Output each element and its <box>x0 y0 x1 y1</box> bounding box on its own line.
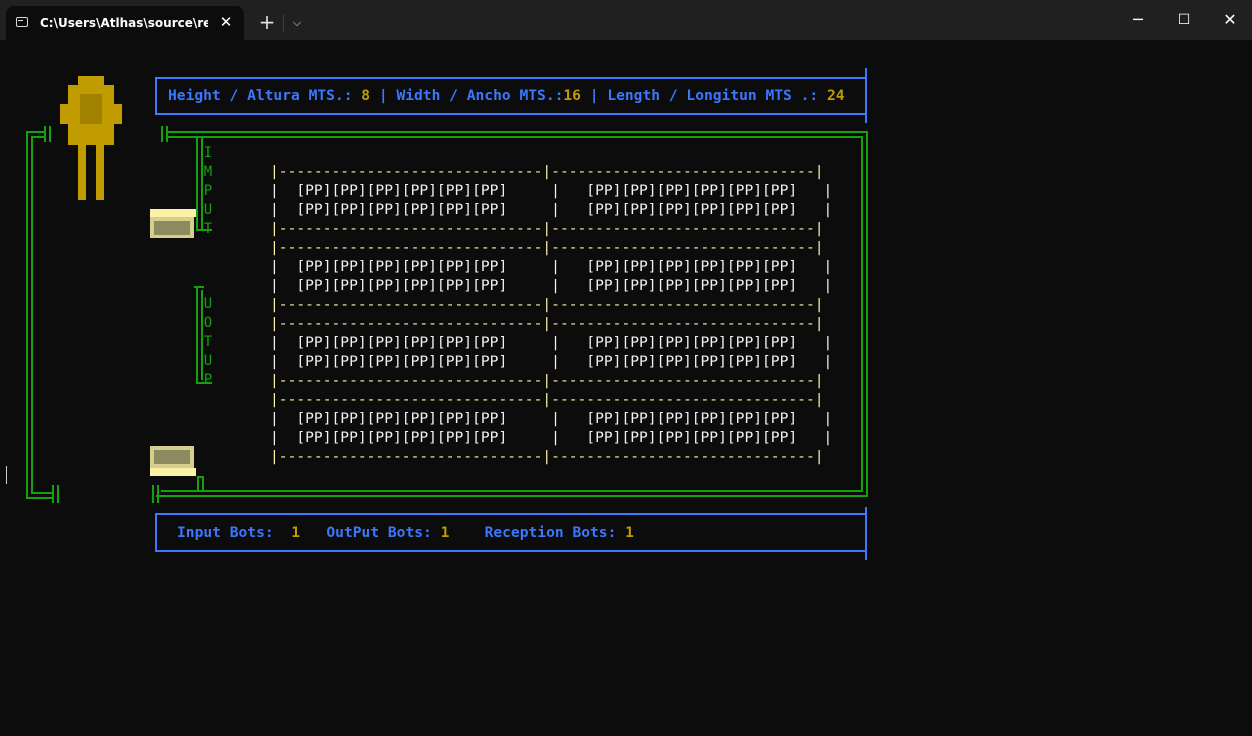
grid-row: | [PP][PP][PP][PP][PP][PP] | [PP][PP][PP… <box>270 258 833 275</box>
text-cursor <box>6 466 7 484</box>
width-label: Width / Ancho MTS.: <box>396 87 564 104</box>
grid-row: | [PP][PP][PP][PP][PP][PP] | [PP][PP][PP… <box>270 201 833 218</box>
grid-row: | [PP][PP][PP][PP][PP][PP] | [PP][PP][PP… <box>270 410 833 427</box>
tab-divider <box>283 14 284 32</box>
robot-figure-icon <box>60 76 122 200</box>
terminal-tab[interactable]: C:\Users\Atlhas\source\repos\ ✕ <box>6 6 244 40</box>
grid-separator: |------------------------------|--------… <box>270 391 824 408</box>
input-bot-icon <box>150 209 196 238</box>
input-bots-value: 1 <box>291 524 301 541</box>
terminal-icon <box>16 17 28 27</box>
input-bots-label: Input Bots: <box>177 524 274 541</box>
grid-separator: |------------------------------|--------… <box>270 372 824 389</box>
maximize-button[interactable]: ☐ <box>1161 0 1207 40</box>
width-value: 16 <box>563 87 581 104</box>
grid-separator: |------------------------------|--------… <box>270 315 824 332</box>
output-bots-label: OutPut Bots: <box>326 524 432 541</box>
grid-row: | [PP][PP][PP][PP][PP][PP] | [PP][PP][PP… <box>270 182 833 199</box>
output-lane-label: U O T U P <box>203 296 213 388</box>
grid-row: | [PP][PP][PP][PP][PP][PP] | [PP][PP][PP… <box>270 429 833 446</box>
chevron-down-icon[interactable]: ⌵ <box>289 13 305 33</box>
separator: | <box>370 87 397 104</box>
panel-edge <box>865 68 867 123</box>
reception-bots-label: Reception Bots: <box>484 524 617 541</box>
grid-separator: |------------------------------|--------… <box>270 163 824 180</box>
grid-separator: |------------------------------|--------… <box>270 239 824 256</box>
height-value: 8 <box>361 87 371 104</box>
tab-title: C:\Users\Atlhas\source\repos\ <box>40 16 208 30</box>
grid-row: | [PP][PP][PP][PP][PP][PP] | [PP][PP][PP… <box>270 353 833 370</box>
dimensions-line: Height / Altura MTS.: 8 | Width / Ancho … <box>168 86 845 106</box>
grid-row: | [PP][PP][PP][PP][PP][PP] | [PP][PP][PP… <box>270 277 833 294</box>
separator: | <box>580 87 608 104</box>
new-tab-button[interactable]: + <box>256 12 278 34</box>
input-lane-label: I M P U T <box>203 145 213 237</box>
panel-edge <box>865 507 867 560</box>
grid-separator: |------------------------------|--------… <box>270 220 824 237</box>
height-label: Height / Altura MTS.: <box>168 87 362 104</box>
length-value: 24 <box>826 87 845 104</box>
bot-stats-line: Input Bots: 1 OutPut Bots: 1 Reception B… <box>177 523 634 543</box>
minimize-button[interactable]: ─ <box>1115 0 1161 40</box>
grid-separator: |------------------------------|--------… <box>270 296 824 313</box>
close-window-button[interactable]: ✕ <box>1207 0 1252 40</box>
tab-close-button[interactable]: ✕ <box>218 13 234 31</box>
storage-grid: |------------------------------|--------… <box>270 162 832 466</box>
length-label: Length / Longitun MTS .: <box>607 87 827 104</box>
grid-row: | [PP][PP][PP][PP][PP][PP] | [PP][PP][PP… <box>270 334 833 351</box>
reception-bot-icon <box>150 446 196 476</box>
title-bar: C:\Users\Atlhas\source\repos\ ✕ + ⌵ ─ ☐ … <box>0 0 1252 40</box>
reception-bots-value: 1 <box>625 524 634 541</box>
grid-separator: |------------------------------|--------… <box>270 448 824 465</box>
